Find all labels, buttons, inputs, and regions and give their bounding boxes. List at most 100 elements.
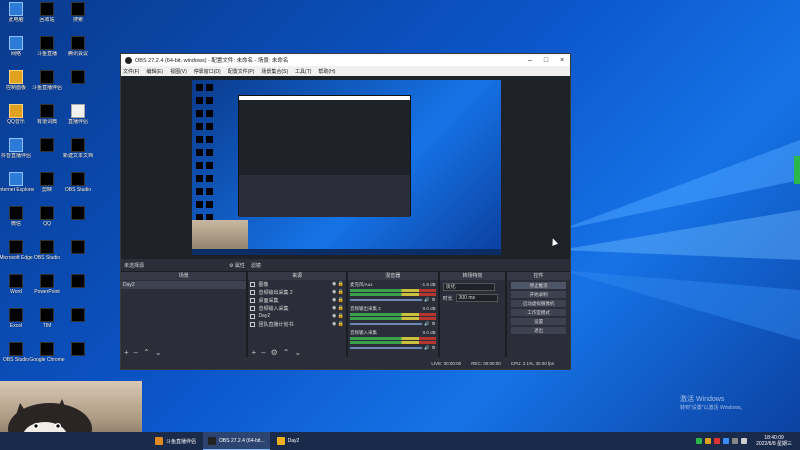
gear-icon[interactable]: ⚙ [271, 348, 278, 357]
desktop-icon[interactable] [60, 342, 96, 357]
filters-button[interactable]: 滤镜 [251, 262, 261, 269]
taskbar-app[interactable]: Day2 [272, 432, 305, 450]
desktop-app-icon [71, 240, 85, 254]
nested-obs-preview [238, 95, 411, 217]
control-button[interactable]: 启动虚拟摄像机 [511, 300, 567, 307]
desktop-icon[interactable]: 新建文本文档 [60, 138, 96, 159]
sources-list: 图像 ◉ 🔒 音频输出采集 2 ◉ 🔒 桌面采集 ◉ 🔒 音频输入采集 ◉ 🔒 Day2 ◉ 🔒 团… [248, 280, 346, 328]
menu-item[interactable]: 场景集合(S) [261, 68, 288, 75]
mixer-header: 混音器 [348, 272, 438, 280]
visibility-icon[interactable]: ◉ 🔒 [332, 305, 344, 311]
minimize-button[interactable]: – [522, 57, 538, 64]
desktop-icon[interactable] [60, 206, 96, 221]
volume-slider[interactable] [350, 347, 422, 349]
control-button[interactable]: 退出 [511, 327, 567, 334]
desktop-icon[interactable] [60, 70, 96, 85]
maximize-button[interactable]: □ [538, 57, 554, 64]
desktop-icon[interactable]: 直播伴侣 [60, 104, 96, 125]
channel-name: 麦克风/Aux [350, 282, 373, 287]
volume-meter [350, 289, 436, 292]
move-down-icon[interactable]: ⌄ [155, 348, 162, 357]
volume-meter [350, 293, 436, 296]
tray-app-icon[interactable] [714, 438, 721, 444]
desktop-icon-label: OBS Studio [64, 187, 92, 193]
menu-item[interactable]: 视图(V) [170, 68, 187, 75]
gear-icon[interactable]: ⚙ [432, 297, 436, 303]
menu-item[interactable]: 停靠窗口(D) [194, 68, 221, 75]
side-widget-handle[interactable] [794, 156, 800, 184]
duration-input[interactable]: 300 ms [455, 294, 498, 302]
source-item[interactable]: 团队直播计划书 ◉ 🔒 [248, 320, 346, 328]
menu-item[interactable]: 文件(F) [123, 68, 139, 75]
desktop-icon[interactable] [60, 240, 96, 255]
menu-item[interactable]: 帮助(H) [318, 68, 335, 75]
taskbar-app-label: Day2 [287, 438, 300, 444]
desktop-app-icon [9, 36, 23, 50]
scene-item[interactable]: Day2 [121, 281, 247, 289]
source-item[interactable]: 桌面采集 ◉ 🔒 [248, 296, 346, 304]
source-item[interactable]: 图像 ◉ 🔒 [248, 280, 346, 288]
desktop-icon-label: 抖音直播伴侣 [0, 153, 31, 159]
network-icon[interactable] [732, 438, 739, 444]
desktop-app-icon [71, 342, 85, 356]
tray-app-icon[interactable] [723, 438, 730, 444]
volume-icon[interactable] [741, 438, 748, 444]
desktop-icon[interactable]: 腾讯会议 [60, 36, 96, 57]
menu-item[interactable]: 编辑(E) [146, 68, 163, 75]
text-icon [250, 321, 256, 327]
menu-item[interactable]: 工具(T) [295, 68, 311, 75]
watermark-title: 激活 Windows [680, 396, 725, 403]
gear-icon[interactable]: ⚙ [432, 321, 436, 327]
volume-slider[interactable] [350, 323, 422, 325]
tray-app-icon[interactable] [705, 438, 712, 444]
gear-icon[interactable]: ⚙ [432, 345, 436, 351]
app-icon [276, 437, 285, 445]
visibility-icon[interactable]: ◉ 🔒 [332, 281, 344, 287]
scenes-header: 场景 [121, 272, 247, 280]
clock[interactable]: 18:40:09 2022/6/8 星期三 [756, 435, 792, 447]
remove-source-icon[interactable]: – [261, 348, 265, 357]
desktop-icon[interactable] [60, 274, 96, 289]
source-name: 音频输入采集 [258, 305, 289, 312]
speaker-icon[interactable]: 🔊 [424, 345, 430, 351]
desktop-icon-label: 斗鱼直播伴侣 [31, 85, 62, 91]
source-name: 团队直播计划书 [258, 321, 294, 328]
visibility-icon[interactable]: ◉ 🔒 [332, 313, 344, 319]
speaker-icon[interactable]: 🔊 [424, 297, 430, 303]
desktop-icon[interactable] [60, 308, 96, 323]
move-up-icon[interactable]: ⌃ [283, 348, 290, 357]
move-up-icon[interactable]: ⌃ [143, 348, 150, 357]
obs-menu-bar: 文件(F) 编辑(E) 视图(V) 停靠窗口(D) 配置文件(P) 场景集合(S) 工具(T… [121, 66, 570, 76]
source-item[interactable]: 音频输出采集 2 ◉ 🔒 [248, 288, 346, 296]
source-item[interactable]: Day2 ◉ 🔒 [248, 312, 346, 320]
move-down-icon[interactable]: ⌄ [294, 348, 301, 357]
visibility-icon[interactable]: ◉ 🔒 [332, 297, 344, 303]
control-button[interactable]: 设置 [511, 318, 567, 325]
obs-logo-icon [125, 56, 132, 64]
volume-slider[interactable] [350, 299, 422, 301]
add-source-icon[interactable]: + [251, 348, 256, 357]
properties-button[interactable]: ⚙ 属性 [229, 262, 245, 269]
menu-item[interactable]: 配置文件(P) [228, 68, 255, 75]
desktop-icon[interactable]: OBS Studio [60, 172, 96, 193]
control-button[interactable]: 开始录制 [511, 291, 567, 298]
source-item[interactable]: 音频输入采集 ◉ 🔒 [248, 304, 346, 312]
app-icon [208, 436, 217, 445]
close-button[interactable]: × [554, 57, 570, 64]
desktop-icon[interactable]: 搜索 [60, 2, 96, 23]
desktop-app-icon [9, 342, 23, 356]
visibility-icon[interactable]: ◉ 🔒 [332, 321, 344, 327]
visibility-icon[interactable]: ◉ 🔒 [332, 289, 344, 295]
tray-app-icon[interactable] [696, 438, 703, 444]
taskbar-app[interactable]: OBS 27.2.4 (64-bit... [203, 432, 270, 450]
taskbar-app[interactable]: 斗鱼直播伴侣 [150, 432, 201, 450]
add-scene-icon[interactable]: + [124, 348, 129, 357]
control-button[interactable]: 工作室模式 [511, 309, 567, 316]
control-button[interactable]: 停止推流 [511, 282, 567, 289]
desktop-app-icon [40, 240, 54, 254]
speaker-icon[interactable]: 🔊 [424, 321, 430, 327]
remove-scene-icon[interactable]: – [134, 348, 138, 357]
preview-canvas[interactable] [121, 76, 570, 259]
duration-label: 时长 [442, 295, 453, 302]
transition-select[interactable]: 淡化 [442, 283, 495, 291]
